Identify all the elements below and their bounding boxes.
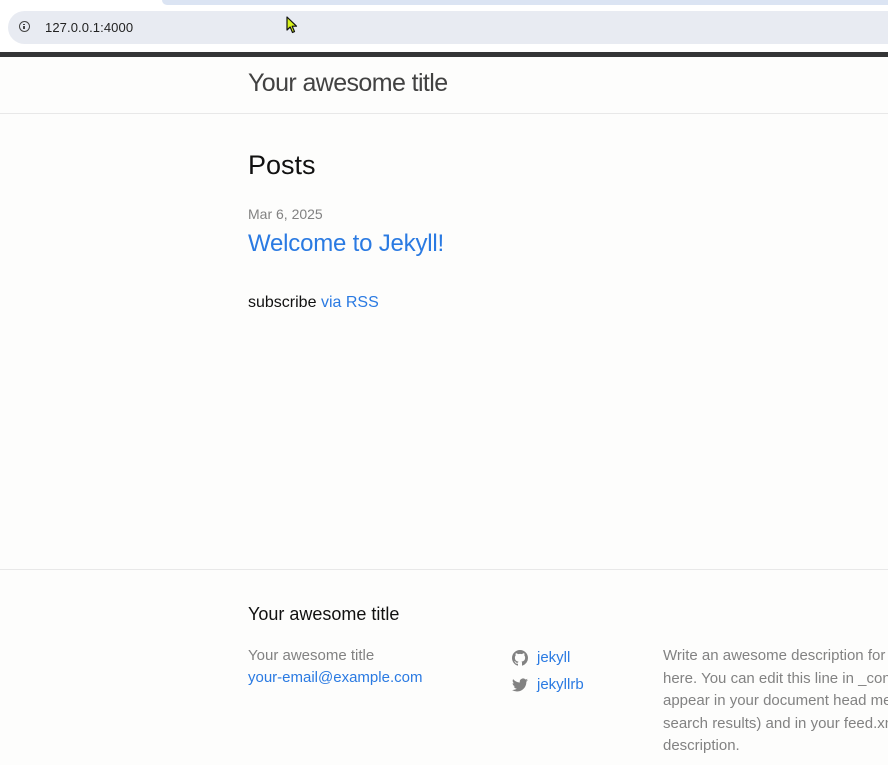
twitter-link[interactable]: jekyllrb <box>537 676 584 693</box>
mouse-cursor-icon <box>286 16 298 34</box>
description-line: Write an awesome description for <box>663 647 886 664</box>
footer-name: Your awesome title <box>248 647 375 664</box>
rss-subscribe: subscribe via RSS <box>248 294 379 312</box>
twitter-icon <box>512 677 528 691</box>
subscribe-text: subscribe <box>248 294 317 311</box>
description-line: here. You can edit this line in _conf <box>663 669 888 687</box>
rss-link[interactable]: via RSS <box>321 294 379 311</box>
footer-email-link[interactable]: your-email@example.com <box>248 669 422 686</box>
social-item-github[interactable]: jekyll <box>512 644 584 671</box>
github-link[interactable]: jekyll <box>537 649 570 666</box>
post-title-link[interactable]: Welcome to Jekyll! <box>248 230 444 258</box>
site-header: Your awesome title <box>0 57 888 114</box>
browser-tab-strip <box>162 0 888 5</box>
social-item-twitter[interactable]: jekyllrb <box>512 671 584 698</box>
footer-contact: Your awesome title your-email@example.co… <box>248 645 422 689</box>
github-icon <box>512 649 528 666</box>
site-info-icon[interactable] <box>19 21 30 32</box>
post-date: Mar 6, 2025 <box>248 206 323 222</box>
posts-heading: Posts <box>248 150 316 180</box>
footer-social: jekyll jekyllrb <box>512 644 584 698</box>
description-line: search results) and in your feed.xm <box>663 714 888 732</box>
address-bar[interactable]: 127.0.0.1:4000 <box>8 11 888 44</box>
description-line: appear in your document head me <box>663 692 888 710</box>
description-line: description. <box>663 737 740 755</box>
site-footer: Your awesome title Your awesome title yo… <box>0 569 888 765</box>
url-text[interactable]: 127.0.0.1:4000 <box>45 20 133 35</box>
site-description: Write an awesome description for here. Y… <box>663 645 888 758</box>
footer-heading: Your awesome title <box>248 604 400 624</box>
site-title-link[interactable]: Your awesome title <box>248 69 448 98</box>
browser-chrome: 127.0.0.1:4000 <box>0 0 888 52</box>
